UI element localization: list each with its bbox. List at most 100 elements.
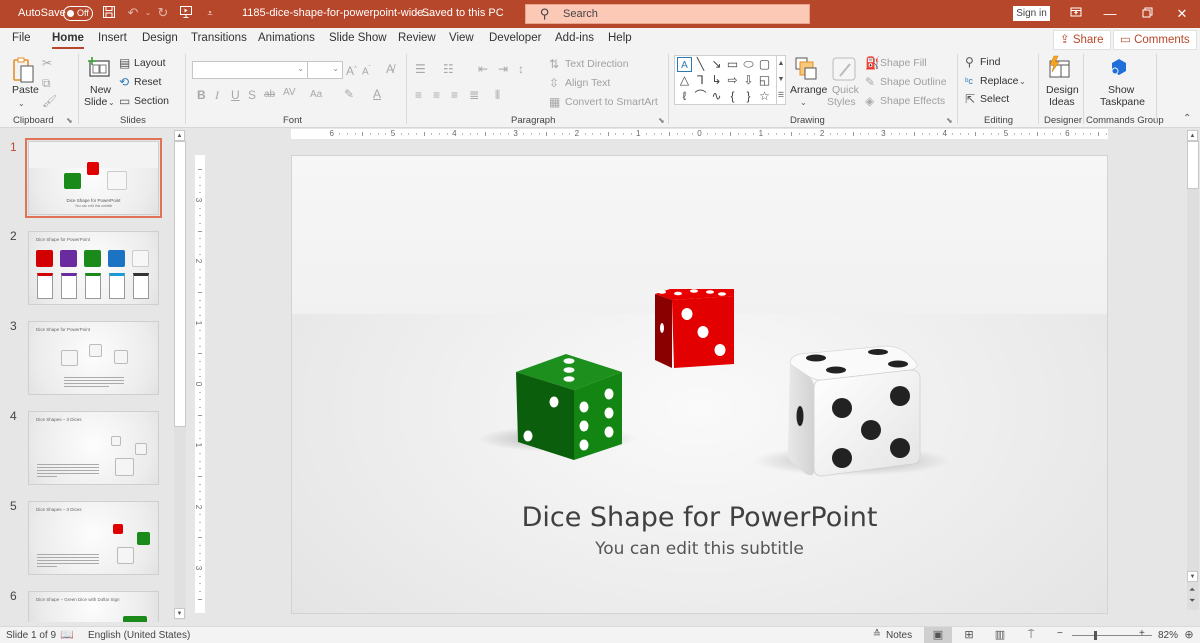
right-arrow-shape-icon[interactable]: ⇨ <box>725 73 740 88</box>
justify-icon[interactable]: ≣ <box>469 88 479 102</box>
rounded-rect-shape-icon[interactable]: ▢ <box>757 57 772 72</box>
search-input[interactable]: ⚲ Search <box>525 4 810 24</box>
rectangle-shape-icon[interactable]: ▭ <box>725 57 740 72</box>
text-box-shape-icon[interactable]: A <box>677 57 692 72</box>
drawing-launcher-icon[interactable]: ⬊ <box>946 116 953 125</box>
section-button[interactable]: Section <box>134 95 169 107</box>
scroll-up-arrow[interactable]: ▲ <box>1187 130 1198 141</box>
increase-indent-icon[interactable]: ⇥ <box>498 62 508 76</box>
scrollbar-thumb[interactable] <box>174 141 186 427</box>
fit-to-window-icon[interactable]: ⊕ <box>1182 628 1196 642</box>
tab-help[interactable]: Help <box>608 32 632 44</box>
new-slide-button[interactable] <box>87 56 111 81</box>
strikethrough-icon[interactable]: ab <box>264 88 275 102</box>
triangle-shape-icon[interactable]: △ <box>677 73 692 88</box>
select-button[interactable]: Select <box>980 93 1009 105</box>
comments-button[interactable]: ▭ Comments <box>1113 30 1197 50</box>
bullets-icon[interactable]: ☰ <box>415 62 426 76</box>
layout-button[interactable]: Layout <box>134 57 166 69</box>
redo-icon[interactable]: ↻ <box>155 5 171 21</box>
minimize-button[interactable]: — <box>1100 4 1120 24</box>
shape-fill-icon[interactable]: ⛽ <box>865 56 880 70</box>
reset-icon[interactable]: ⟲ <box>119 75 129 89</box>
gallery-scroll-down[interactable]: ▼ <box>776 72 785 88</box>
tab-review[interactable]: Review <box>398 32 436 44</box>
select-icon[interactable]: ⇱ <box>965 92 975 106</box>
previous-slide-icon[interactable]: ⏶ <box>1189 585 1195 595</box>
tab-file[interactable]: File <box>12 32 31 44</box>
tab-insert[interactable]: Insert <box>98 32 127 44</box>
right-brace-shape-icon[interactable]: } <box>741 89 756 104</box>
down-arrow-shape-icon[interactable]: ⇩ <box>741 73 756 88</box>
font-name-input[interactable]: ⌄ <box>192 61 308 79</box>
arrange-dropdown-icon[interactable]: ⌄ <box>800 96 807 110</box>
tab-developer[interactable]: Developer <box>489 32 541 44</box>
decrease-indent-icon[interactable]: ⇤ <box>478 62 488 76</box>
curve-shape-icon[interactable]: ∿ <box>709 89 724 104</box>
increase-font-size-icon[interactable]: A^ <box>346 62 357 78</box>
slide-canvas[interactable]: Dice Shape for PowerPoint You can edit t… <box>291 155 1108 614</box>
smartart-icon[interactable]: ▦ <box>549 95 560 109</box>
sign-in-button[interactable]: Sign in <box>1013 6 1050 21</box>
notes-icon[interactable]: ≙ <box>870 628 884 642</box>
next-slide-icon[interactable]: ⏷ <box>1189 596 1195 606</box>
quick-styles-label-1[interactable]: Quick <box>832 84 859 96</box>
slide-subtitle[interactable]: You can edit this subtitle <box>292 539 1107 559</box>
arrow-line-shape-icon[interactable]: ↘ <box>709 57 724 72</box>
tab-design[interactable]: Design <box>142 32 178 44</box>
autosave-toggle[interactable]: Off <box>63 6 93 21</box>
thumbnail-slide-1[interactable]: Dice Shape for PowerPoint You can edit t… <box>25 138 162 218</box>
show-taskpane-label-1[interactable]: Show <box>1108 84 1134 96</box>
highlight-color-icon[interactable]: ✎ <box>344 87 354 101</box>
slide-scrollbar[interactable]: ▲ ▼ ⏶ ⏷ <box>1187 130 1199 610</box>
customize-qat-icon[interactable]: ⩡ <box>202 5 218 21</box>
numbering-icon[interactable]: ☷ <box>443 62 454 76</box>
elbow-arrow-connector-icon[interactable]: ↳ <box>709 73 724 88</box>
snip-rect-shape-icon[interactable]: ◱ <box>757 73 772 88</box>
layout-icon[interactable]: ▤ <box>119 56 130 70</box>
shape-outline-icon[interactable]: ✎ <box>865 75 875 89</box>
arc-shape-icon[interactable]: ⌒ <box>693 89 708 104</box>
design-ideas-label-1[interactable]: Design <box>1046 84 1079 96</box>
zoom-in-button[interactable]: + <box>1139 628 1145 639</box>
italic-icon[interactable]: I <box>215 88 219 102</box>
format-painter-icon[interactable]: 🖌 <box>42 94 57 108</box>
scroll-down-arrow[interactable]: ▼ <box>1187 571 1198 582</box>
collapse-ribbon-icon[interactable]: ⌃ <box>1183 112 1191 126</box>
tab-slide-show[interactable]: Slide Show <box>329 32 387 44</box>
thumbnail-slide-2[interactable]: Dice Shape for PowerPoint <box>28 231 159 305</box>
red-die[interactable] <box>652 286 738 372</box>
replace-icon[interactable]: ᵇc <box>965 74 973 88</box>
change-case-icon[interactable]: Aa <box>310 88 322 102</box>
thumbnails-scrollbar[interactable]: ▲ ▼ <box>174 130 186 620</box>
oval-shape-icon[interactable]: ⬭ <box>741 57 756 72</box>
tab-home[interactable]: Home <box>52 32 84 49</box>
find-icon[interactable]: ⚲ <box>965 55 974 69</box>
restore-button[interactable] <box>1137 4 1157 24</box>
notes-button[interactable]: Notes <box>886 630 912 641</box>
save-icon[interactable] <box>101 5 117 21</box>
paste-dropdown-icon[interactable]: ⌄ <box>18 97 25 111</box>
zoom-slider-handle[interactable] <box>1094 631 1097 640</box>
paragraph-launcher-icon[interactable]: ⬊ <box>658 116 665 125</box>
tab-add-ins[interactable]: Add-ins <box>555 32 594 44</box>
white-die[interactable] <box>786 344 924 480</box>
convert-smartart-button[interactable]: Convert to SmartArt <box>565 96 658 108</box>
cut-icon[interactable]: ✂ <box>42 56 52 70</box>
shapes-gallery[interactable]: A ╲ ↘ ▭ ⬭ ▢ △ ⅂ ↳ ⇨ ⇩ ◱ ℓ ⌒ ∿ { } ☆ ▲ ▼ … <box>674 55 786 105</box>
tab-animations[interactable]: Animations <box>258 32 315 44</box>
columns-icon[interactable]: ⫴ <box>495 88 500 102</box>
font-color-icon[interactable]: A <box>373 87 381 101</box>
slide-title[interactable]: Dice Shape for PowerPoint <box>292 502 1107 533</box>
accessibility-icon[interactable]: 📖 <box>60 628 74 642</box>
undo-icon[interactable]: ↶ <box>125 5 141 21</box>
character-spacing-icon[interactable]: AV <box>283 86 296 100</box>
replace-button[interactable]: Replace <box>980 75 1019 87</box>
normal-view-button[interactable]: ▣ <box>924 627 952 643</box>
scrollbar-thumb[interactable] <box>1187 141 1199 189</box>
star-shape-icon[interactable]: ☆ <box>757 89 772 104</box>
slide-sorter-icon[interactable]: ⊞ <box>962 628 976 642</box>
quick-styles-label-2[interactable]: Styles <box>827 96 856 108</box>
align-left-icon[interactable]: ≡ <box>415 88 422 102</box>
shape-effects-icon[interactable]: ◈ <box>865 94 874 108</box>
